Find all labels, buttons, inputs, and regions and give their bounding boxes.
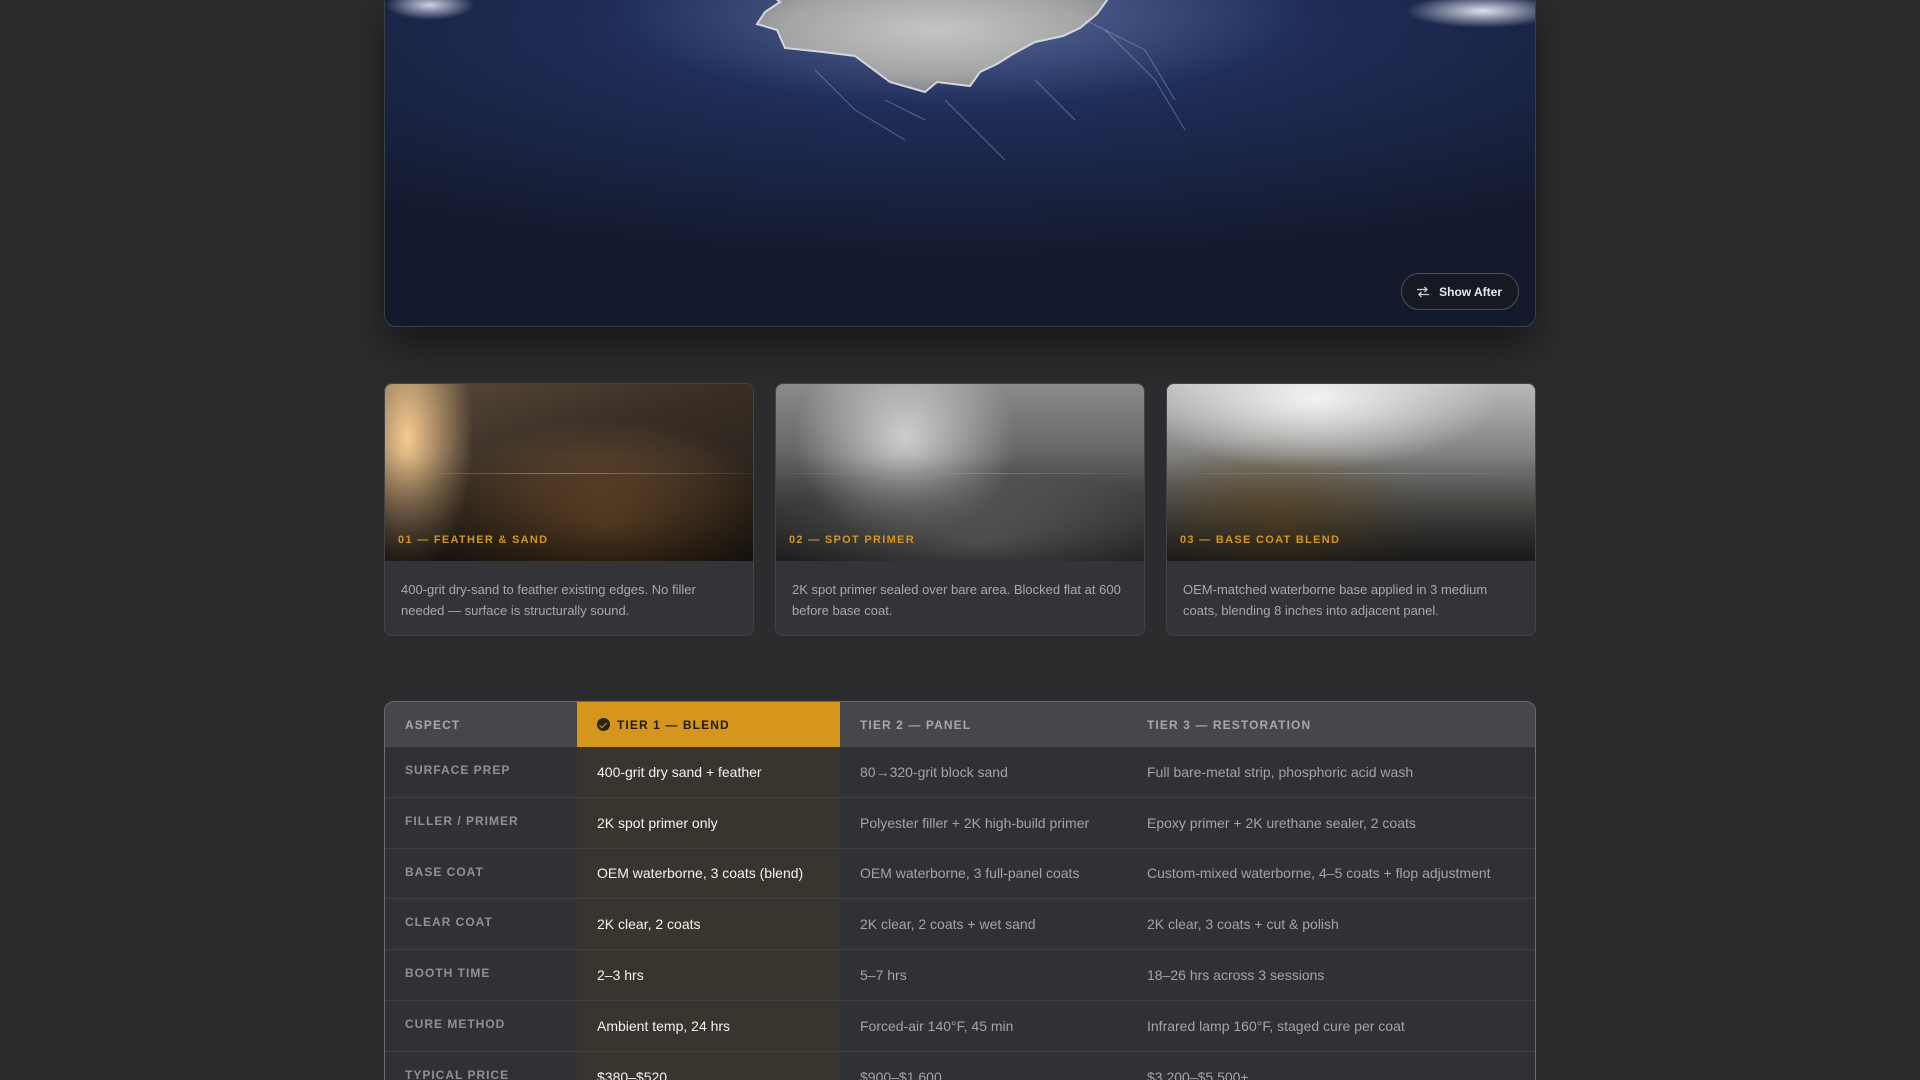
tier-2-cell: Polyester filler + 2K high-build primer [860,814,1090,831]
before-image: Show After [384,0,1536,327]
row-label: CURE METHOD [405,1016,506,1031]
tier-1-cell: 2K spot primer only [577,797,840,848]
step-label: 01 — FEATHER & SAND [398,534,549,546]
process-steps: 01 — FEATHER & SAND 400-grit dry-sand to… [384,383,1536,636]
tier-1-cell: $380–$520 [577,1051,840,1080]
row-label: CLEAR COAT [405,915,493,930]
table-row: CLEAR COAT 2K clear, 2 coats 2K clear, 2… [385,899,1535,951]
paint-damage-illustration [755,0,1186,161]
tier-comparison-table: ASPECT TIER 1 — BLEND TIER 2 — PANEL TIE… [384,701,1536,1080]
table-row: CURE METHOD Ambient temp, 24 hrs Forced-… [385,1000,1535,1052]
show-after-label: Show After [1439,284,1502,299]
step-description: OEM-matched waterborne base applied in 3… [1183,582,1488,618]
tier-3-cell: $3,200–$5,500+ [1147,1068,1249,1080]
step-card: 03 — BASE COAT BLEND OEM-matched waterbo… [1166,383,1536,636]
tier-3-cell: Infrared lamp 160°F, staged cure per coa… [1147,1017,1405,1034]
tier-2-cell: 80→320-grit block sand [860,763,1008,780]
table-row: TYPICAL PRICE RANGE $380–$520 $900–$1,60… [385,1051,1535,1080]
table-row: FILLER / PRIMER 2K spot primer only Poly… [385,797,1535,849]
tier-1-cell: 2–3 hrs [577,950,840,1000]
swap-arrows-icon [1417,286,1430,297]
step-card: 01 — FEATHER & SAND 400-grit dry-sand to… [384,383,754,636]
sanding-photo: 01 — FEATHER & SAND [385,384,753,561]
check-circle-icon [597,718,610,731]
tier-3-cell: Custom-mixed waterborne, 4–5 coats + flo… [1147,865,1491,882]
table-row: SURFACE PREP 400-grit dry sand + feather… [385,747,1535,798]
tier-2-cell: Forced-air 140°F, 45 min [860,1017,1014,1034]
table-header-row: ASPECT TIER 1 — BLEND TIER 2 — PANEL TIE… [385,702,1535,747]
tier-1-cell: 2K clear, 2 coats [577,899,840,950]
tier-1-cell: OEM waterborne, 3 coats (blend) [577,848,840,899]
tier-3-cell: Epoxy primer + 2K urethane sealer, 2 coa… [1147,814,1416,831]
step-description: 400-grit dry-sand to feather existing ed… [401,582,696,618]
column-header-tier-3[interactable]: TIER 3 — RESTORATION [1127,702,1535,747]
step-description: 2K spot primer sealed over bare area. Bl… [792,582,1121,618]
show-after-button[interactable]: Show After [1401,273,1519,310]
row-label: FILLER / PRIMER [405,813,519,828]
page: Show After 01 — FEATHER & SAND 400-grit … [0,0,1920,1080]
tier-2-cell: 5–7 hrs [860,967,907,984]
step-label: 03 — BASE COAT BLEND [1180,534,1341,546]
step-card: 02 — SPOT PRIMER 2K spot primer sealed o… [775,383,1145,636]
row-label: BASE COAT [405,864,484,879]
tier-3-cell: Full bare-metal strip, phosphoric acid w… [1147,763,1414,780]
tier-1-cell: Ambient temp, 24 hrs [577,1000,840,1051]
column-header-tier-2[interactable]: TIER 2 — PANEL [840,702,1127,747]
column-header-aspect: ASPECT [405,717,461,732]
step-label: 02 — SPOT PRIMER [789,534,915,546]
row-label: BOOTH TIME [405,966,491,981]
column-header-tier-1[interactable]: TIER 1 — BLEND [577,702,840,747]
spray-painting-photo: 03 — BASE COAT BLEND [1167,384,1535,561]
tier-3-cell: 2K clear, 3 coats + cut & polish [1147,916,1339,933]
tier-2-cell: 2K clear, 2 coats + wet sand [860,916,1036,933]
tier-2-cell: $900–$1,600 [860,1068,942,1080]
table-row: BASE COAT OEM waterborne, 3 coats (blend… [385,848,1535,900]
table-row: BOOTH TIME 2–3 hrs 5–7 hrs 18–26 hrs acr… [385,950,1535,1001]
tier-1-cell: 400-grit dry sand + feather [577,747,840,797]
row-label: TYPICAL PRICE RANGE [405,1067,510,1080]
tier-2-cell: OEM waterborne, 3 full-panel coats [860,865,1080,882]
row-label: SURFACE PREP [405,763,511,777]
tier-3-cell: 18–26 hrs across 3 sessions [1147,967,1325,984]
primer-photo: 02 — SPOT PRIMER [776,384,1144,561]
